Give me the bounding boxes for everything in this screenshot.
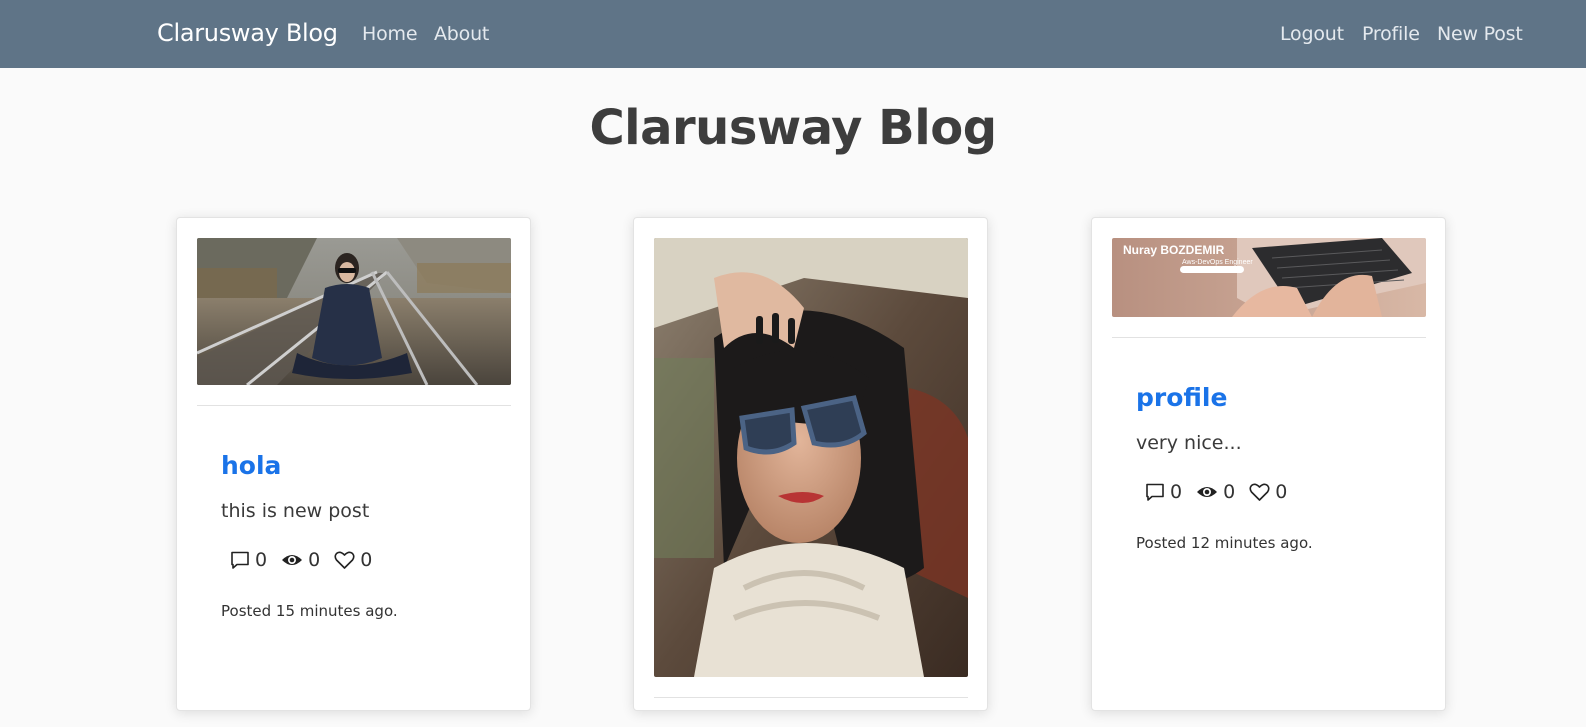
like-count: 0 bbox=[1275, 481, 1288, 503]
post-stats: 0 0 0 bbox=[1145, 480, 1301, 504]
card-divider bbox=[1112, 337, 1426, 338]
post-card: hola this is new post 0 0 0 Posted 15 mi… bbox=[176, 217, 531, 711]
comment-stat[interactable]: 0 bbox=[1145, 481, 1182, 503]
post-title-link[interactable]: hola bbox=[221, 451, 281, 480]
nav-new-post[interactable]: New Post bbox=[1437, 23, 1523, 45]
post-image[interactable] bbox=[197, 238, 511, 385]
card-divider bbox=[654, 697, 968, 698]
portrait-photo bbox=[654, 238, 968, 677]
nav-home[interactable]: Home bbox=[362, 23, 418, 45]
like-stat[interactable]: 0 bbox=[334, 549, 372, 571]
nav-about[interactable]: About bbox=[434, 23, 489, 45]
brand-link[interactable]: Clarusway Blog bbox=[157, 19, 338, 47]
post-card bbox=[633, 217, 988, 711]
like-count: 0 bbox=[360, 549, 373, 571]
view-stat: 0 bbox=[1196, 481, 1235, 503]
banner-name: Nuray BOZDEMIR bbox=[1123, 243, 1225, 257]
page-title: Clarusway Blog bbox=[589, 100, 997, 156]
comment-count: 0 bbox=[255, 549, 268, 571]
comment-count: 0 bbox=[1170, 481, 1183, 503]
railway-photo bbox=[197, 238, 511, 385]
post-stats: 0 0 0 bbox=[230, 548, 386, 572]
post-card: Nuray BOZDEMIR Aws-DevOps Engineer profi… bbox=[1091, 217, 1446, 711]
card-divider bbox=[197, 405, 511, 406]
comment-icon bbox=[1146, 483, 1164, 501]
post-body: very nice... bbox=[1136, 432, 1242, 454]
post-timestamp: Posted 12 minutes ago. bbox=[1136, 534, 1313, 552]
view-stat: 0 bbox=[281, 549, 320, 571]
eye-icon bbox=[282, 555, 303, 565]
post-title-link[interactable]: profile bbox=[1136, 383, 1227, 412]
heart-icon bbox=[1249, 483, 1270, 501]
heart-icon bbox=[334, 551, 355, 569]
comment-stat[interactable]: 0 bbox=[230, 549, 267, 571]
post-image[interactable]: Nuray BOZDEMIR Aws-DevOps Engineer bbox=[1112, 238, 1426, 317]
post-body: this is new post bbox=[221, 500, 370, 522]
post-timestamp: Posted 15 minutes ago. bbox=[221, 602, 398, 620]
navbar: Clarusway Blog Home About Logout Profile… bbox=[0, 0, 1586, 68]
eye-icon bbox=[1197, 487, 1218, 497]
view-count: 0 bbox=[1223, 481, 1236, 503]
comment-icon bbox=[231, 551, 249, 569]
post-image[interactable] bbox=[654, 238, 968, 677]
profile-banner-image: Nuray BOZDEMIR Aws-DevOps Engineer bbox=[1112, 238, 1426, 317]
banner-role: Aws-DevOps Engineer bbox=[1182, 259, 1253, 266]
like-stat[interactable]: 0 bbox=[1249, 481, 1287, 503]
view-count: 0 bbox=[308, 549, 321, 571]
nav-logout[interactable]: Logout bbox=[1280, 23, 1344, 45]
nav-profile[interactable]: Profile bbox=[1362, 23, 1420, 45]
